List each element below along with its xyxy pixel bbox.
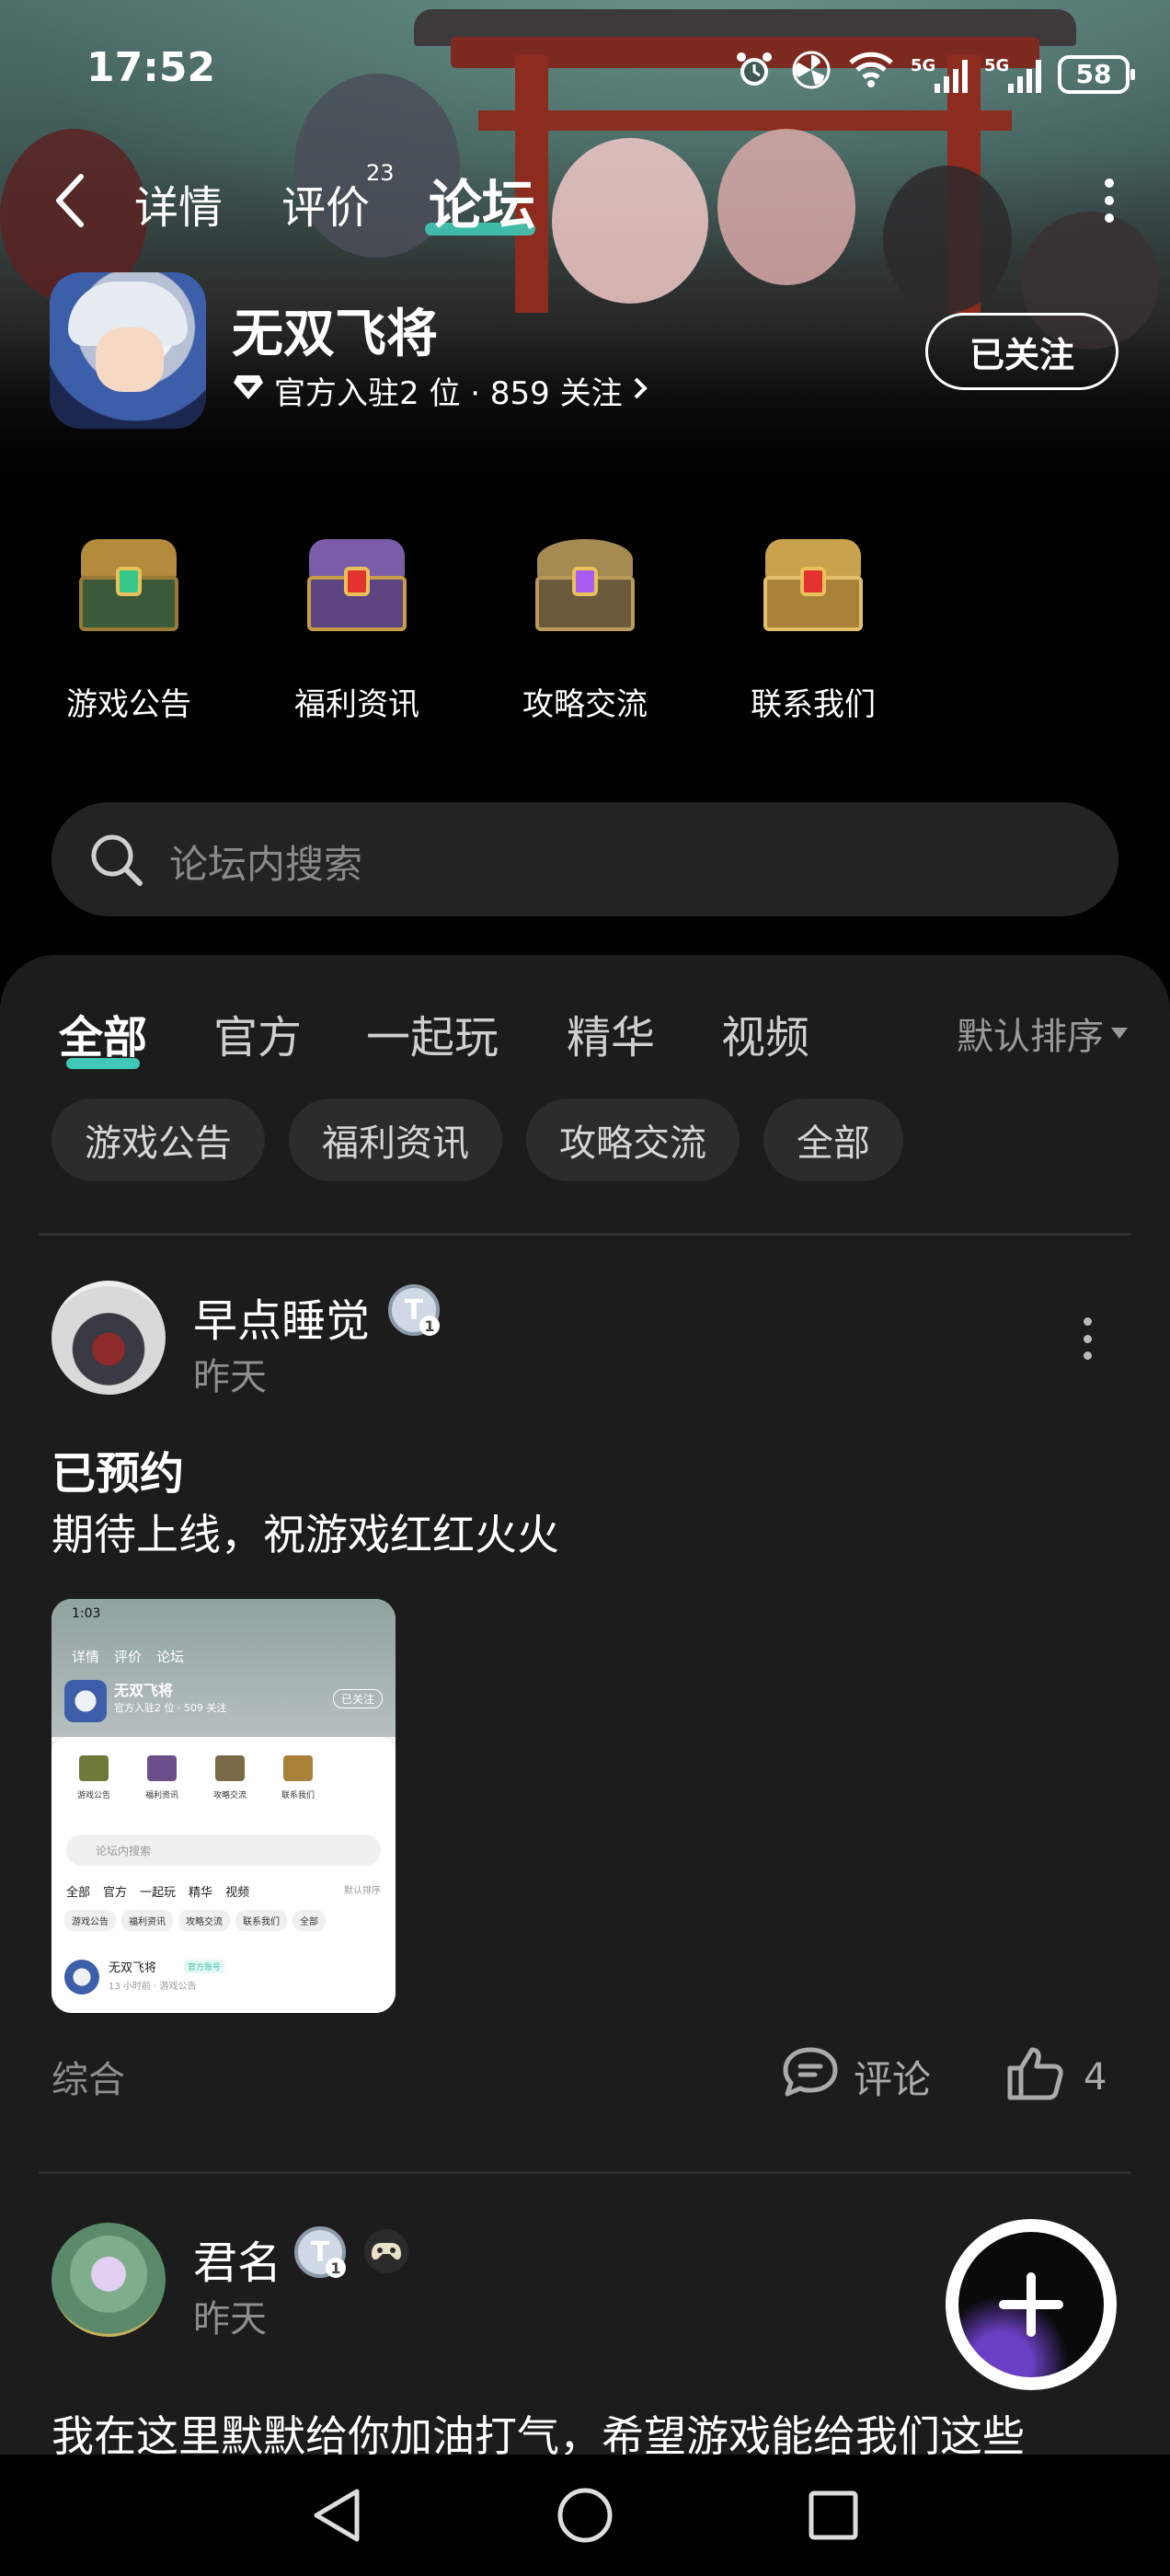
follow-button[interactable]: 已关注 [925, 313, 1118, 390]
like-button[interactable]: 4 [1004, 2044, 1107, 2110]
wifi-icon [848, 52, 894, 97]
thumbs-up-icon [1004, 2044, 1065, 2110]
purple-lantern-chest-icon [530, 534, 640, 635]
home-circle-icon[interactable] [556, 2486, 614, 2548]
category-contact-us[interactable]: 联系我们 [730, 534, 896, 724]
alarm-icon [734, 50, 774, 98]
comment-label: 评论 [854, 2056, 932, 2102]
chip-strategy-exchange[interactable]: 攻略交流 [526, 1098, 740, 1181]
post-username[interactable]: 早点睡觉 [193, 1284, 370, 1349]
back-arrow-icon[interactable] [52, 173, 88, 228]
category-strategy-exchange[interactable]: 攻略交流 [502, 534, 668, 724]
search-icon [86, 830, 145, 889]
forum-categories: 游戏公告 福利资讯 攻略交流 联系我们 [0, 534, 1170, 754]
green-treasure-chest-icon [74, 534, 184, 635]
category-welfare-news[interactable]: 福利资讯 [274, 534, 440, 724]
caret-down-icon [1111, 1028, 1128, 1039]
back-triangle-icon[interactable] [309, 2486, 364, 2548]
more-options-icon[interactable] [1104, 178, 1115, 223]
post-footer: 综合 评论 4 [0, 2041, 1170, 2105]
level-badge-icon: T1 [388, 1284, 440, 1336]
chevron-right-icon [632, 373, 648, 409]
status-time: 17:52 [86, 44, 216, 91]
post-body: 我在这里默默给你加油打气，希望游戏能给我们这些 [52, 2411, 1025, 2455]
chip-game-announcements[interactable]: 游戏公告 [52, 1098, 265, 1181]
tab-featured[interactable]: 精华 [567, 1001, 655, 1065]
tab-play-together[interactable]: 一起玩 [366, 1001, 499, 1065]
active-feed-tab-indicator [66, 1058, 140, 1069]
post-username[interactable]: 君名 [193, 2226, 281, 2291]
sort-dropdown[interactable]: 默认排序 [957, 1006, 1128, 1060]
gold-treasure-chest-icon [758, 534, 868, 635]
post-image-thumbnail[interactable]: 1:03 详情 评价 论坛 无双飞将 官方入驻2 位 · 509 关注 已关注 … [52, 1599, 396, 2013]
recents-square-icon[interactable] [808, 2490, 859, 2545]
comment-bubble-icon [780, 2044, 841, 2109]
cellular-signal-icon: 5G [984, 56, 1041, 93]
tab-details[interactable]: 详情 [134, 171, 223, 236]
reviews-count-badge: 23 [366, 160, 395, 186]
tab-reviews[interactable]: 评价 [281, 171, 370, 236]
diamond-icon [232, 373, 265, 409]
post-item[interactable]: 早点睡觉 T1 昨天 已预约 期待上线，祝游戏红红火火 1:03 详情 评价 论… [0, 1281, 1170, 2109]
game-meta-link[interactable]: 官方入驻2 位 · 859 关注 [232, 368, 648, 413]
post-time: 昨天 [193, 1356, 267, 1398]
search-placeholder: 论坛内搜索 [169, 842, 363, 887]
fan-icon [791, 50, 832, 98]
game-logo[interactable] [50, 272, 206, 429]
divider [39, 2171, 1131, 2174]
divider [39, 1233, 1131, 1236]
tab-forum[interactable]: 论坛 [429, 162, 535, 239]
like-count: 4 [1084, 2056, 1107, 2099]
post-body: 期待上线，祝游戏红红火火 [52, 1510, 559, 1559]
post-more-icon[interactable] [1084, 1317, 1093, 1360]
gamepad-badge-icon [361, 2228, 412, 2274]
purple-treasure-chest-icon [302, 534, 412, 635]
post-title: 已预约 [52, 1448, 185, 1500]
game-meta-text: 官方入驻2 位 · 859 关注 [274, 375, 623, 412]
category-game-announcements[interactable]: 游戏公告 [46, 534, 212, 724]
game-name: 无双飞将 [232, 305, 438, 364]
feed-tabs: 全部 官方 一起玩 精华 视频 默认排序 [0, 994, 1170, 1069]
chip-all[interactable]: 全部 [763, 1098, 903, 1181]
cellular-signal-icon: 5G [911, 56, 968, 93]
filter-chips: 游戏公告 福利资讯 攻略交流 全部 [52, 1098, 903, 1181]
level-badge-icon: T1 [294, 2226, 346, 2278]
post-category-tag[interactable]: 综合 [52, 2050, 125, 2103]
chip-welfare-news[interactable]: 福利资讯 [289, 1098, 502, 1181]
tab-video[interactable]: 视频 [721, 1001, 809, 1065]
comment-button[interactable]: 评论 [780, 2044, 931, 2109]
post-time: 昨天 [193, 2298, 267, 2340]
top-navigation: 详情 评价 23 论坛 [0, 156, 1170, 248]
tab-all[interactable]: 全部 [59, 1001, 147, 1065]
create-post-button[interactable] [946, 2219, 1117, 2390]
system-navigation-bar [0, 2455, 1170, 2576]
user-avatar[interactable] [52, 1281, 166, 1395]
forum-search-input[interactable]: 论坛内搜索 [52, 802, 1118, 916]
sort-label: 默认排序 [957, 1016, 1104, 1058]
battery-icon: 58 [1058, 54, 1135, 94]
user-avatar[interactable] [52, 2223, 166, 2337]
status-bar: 17:52 5G 5G 58 [0, 44, 1170, 109]
tab-official[interactable]: 官方 [213, 1001, 302, 1065]
game-info: 无双飞将 官方入驻2 位 · 859 关注 已关注 [0, 272, 1170, 438]
